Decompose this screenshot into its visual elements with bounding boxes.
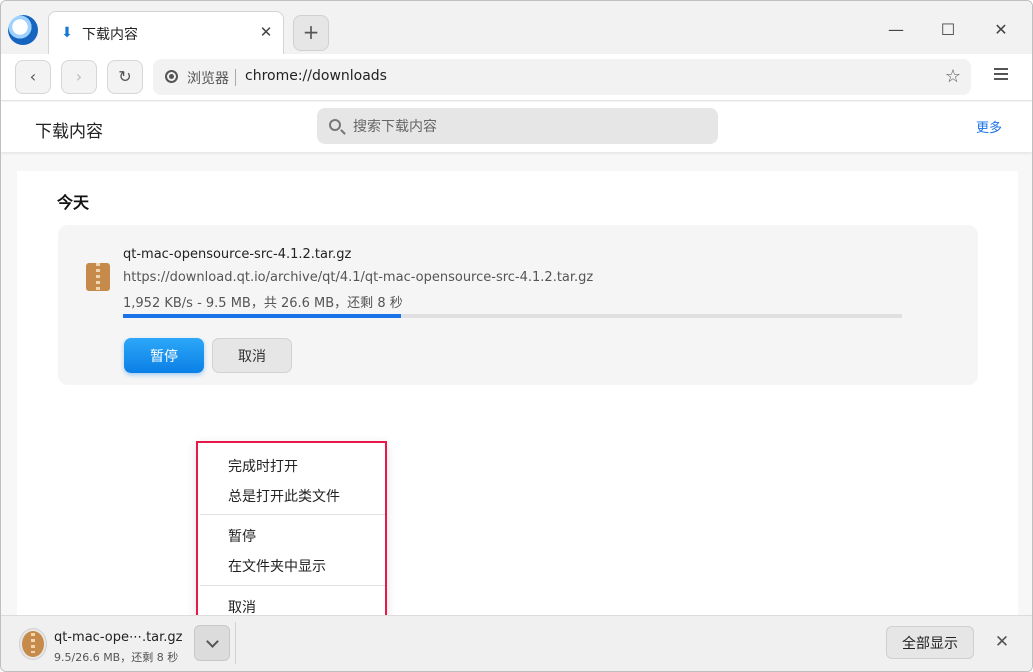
shelf-file-name[interactable]: qt-mac-ope⋯.tar.gz <box>54 630 183 645</box>
tab-title: 下载内容 <box>82 27 138 43</box>
page-title: 下载内容 <box>35 122 103 142</box>
downloads-header: 下载内容 更多 <box>1 102 1032 152</box>
address-bar[interactable]: 浏览器 chrome://downloads ☆ <box>153 59 971 95</box>
bookmark-star-icon[interactable]: ☆ <box>945 66 961 87</box>
download-status: 1,952 KB/s - 9.5 MB，共 26.6 MB，还剩 8 秒 <box>123 296 403 311</box>
cancel-button[interactable]: 取消 <box>212 338 292 373</box>
maximize-icon[interactable]: ☐ <box>935 17 961 43</box>
browser-window: ⬇ 下载内容 ✕ + — ☐ ✕ ‹ › ↻ 浏览器 chrome://down… <box>0 0 1033 672</box>
reload-button[interactable]: ↻ <box>107 60 143 94</box>
new-tab-button[interactable]: + <box>293 15 329 51</box>
back-button[interactable]: ‹ <box>15 60 51 94</box>
pause-button[interactable]: 暂停 <box>124 338 204 373</box>
address-divider <box>235 69 236 86</box>
context-menu: 完成时打开 总是打开此类文件 暂停 在文件夹中显示 取消 <box>196 441 387 622</box>
menu-item-open-when-done[interactable]: 完成时打开 <box>228 456 298 476</box>
menu-item-show-in-folder[interactable]: 在文件夹中显示 <box>228 556 326 576</box>
site-info-icon[interactable] <box>165 70 178 83</box>
download-progress-bar <box>123 314 902 318</box>
menu-icon[interactable] <box>994 68 1008 82</box>
download-item: qt-mac-opensource-src-4.1.2.tar.gz https… <box>58 225 978 385</box>
day-heading: 今天 <box>57 193 90 212</box>
tab-strip: ⬇ 下载内容 ✕ + — ☐ ✕ <box>1 1 1032 55</box>
tab-downloads[interactable]: ⬇ 下载内容 ✕ <box>48 11 284 55</box>
chevron-down-icon[interactable] <box>194 625 230 661</box>
browser-logo-icon[interactable] <box>8 15 38 45</box>
window-close-icon[interactable]: ✕ <box>988 17 1014 43</box>
site-label: 浏览器 <box>187 71 229 87</box>
download-file-name[interactable]: qt-mac-opensource-src-4.1.2.tar.gz <box>123 247 351 262</box>
menu-item-cancel[interactable]: 取消 <box>228 597 256 617</box>
shelf-divider <box>235 622 236 664</box>
download-progress-fill <box>123 314 402 318</box>
search-input[interactable] <box>353 117 693 137</box>
download-shelf: qt-mac-ope⋯.tar.gz 9.5/26.6 MB，还剩 8 秒 全部… <box>1 615 1032 671</box>
menu-separator <box>200 585 385 586</box>
menu-item-pause[interactable]: 暂停 <box>228 526 256 546</box>
download-icon: ⬇ <box>61 25 73 41</box>
shelf-status: 9.5/26.6 MB，还剩 8 秒 <box>54 651 179 664</box>
more-link[interactable]: 更多 <box>976 117 1002 136</box>
forward-button[interactable]: › <box>61 60 97 94</box>
search-icon <box>329 119 341 131</box>
menu-separator <box>200 514 385 515</box>
address-url[interactable]: chrome://downloads <box>245 68 387 84</box>
search-box[interactable] <box>317 108 718 144</box>
minimize-icon[interactable]: — <box>883 17 909 43</box>
menu-item-always-open-type[interactable]: 总是打开此类文件 <box>228 486 340 506</box>
shelf-close-icon[interactable]: ✕ <box>991 630 1013 654</box>
tab-close-icon[interactable]: ✕ <box>259 24 273 40</box>
show-all-button[interactable]: 全部显示 <box>886 626 974 659</box>
downloads-list: 今天 qt-mac-opensource-src-4.1.2.tar.gz ht… <box>17 171 1018 615</box>
archive-file-icon <box>86 263 110 291</box>
toolbar: ‹ › ↻ 浏览器 chrome://downloads ☆ <box>1 54 1032 101</box>
download-source-url[interactable]: https://download.qt.io/archive/qt/4.1/qt… <box>123 270 593 285</box>
archive-file-icon <box>22 631 44 657</box>
